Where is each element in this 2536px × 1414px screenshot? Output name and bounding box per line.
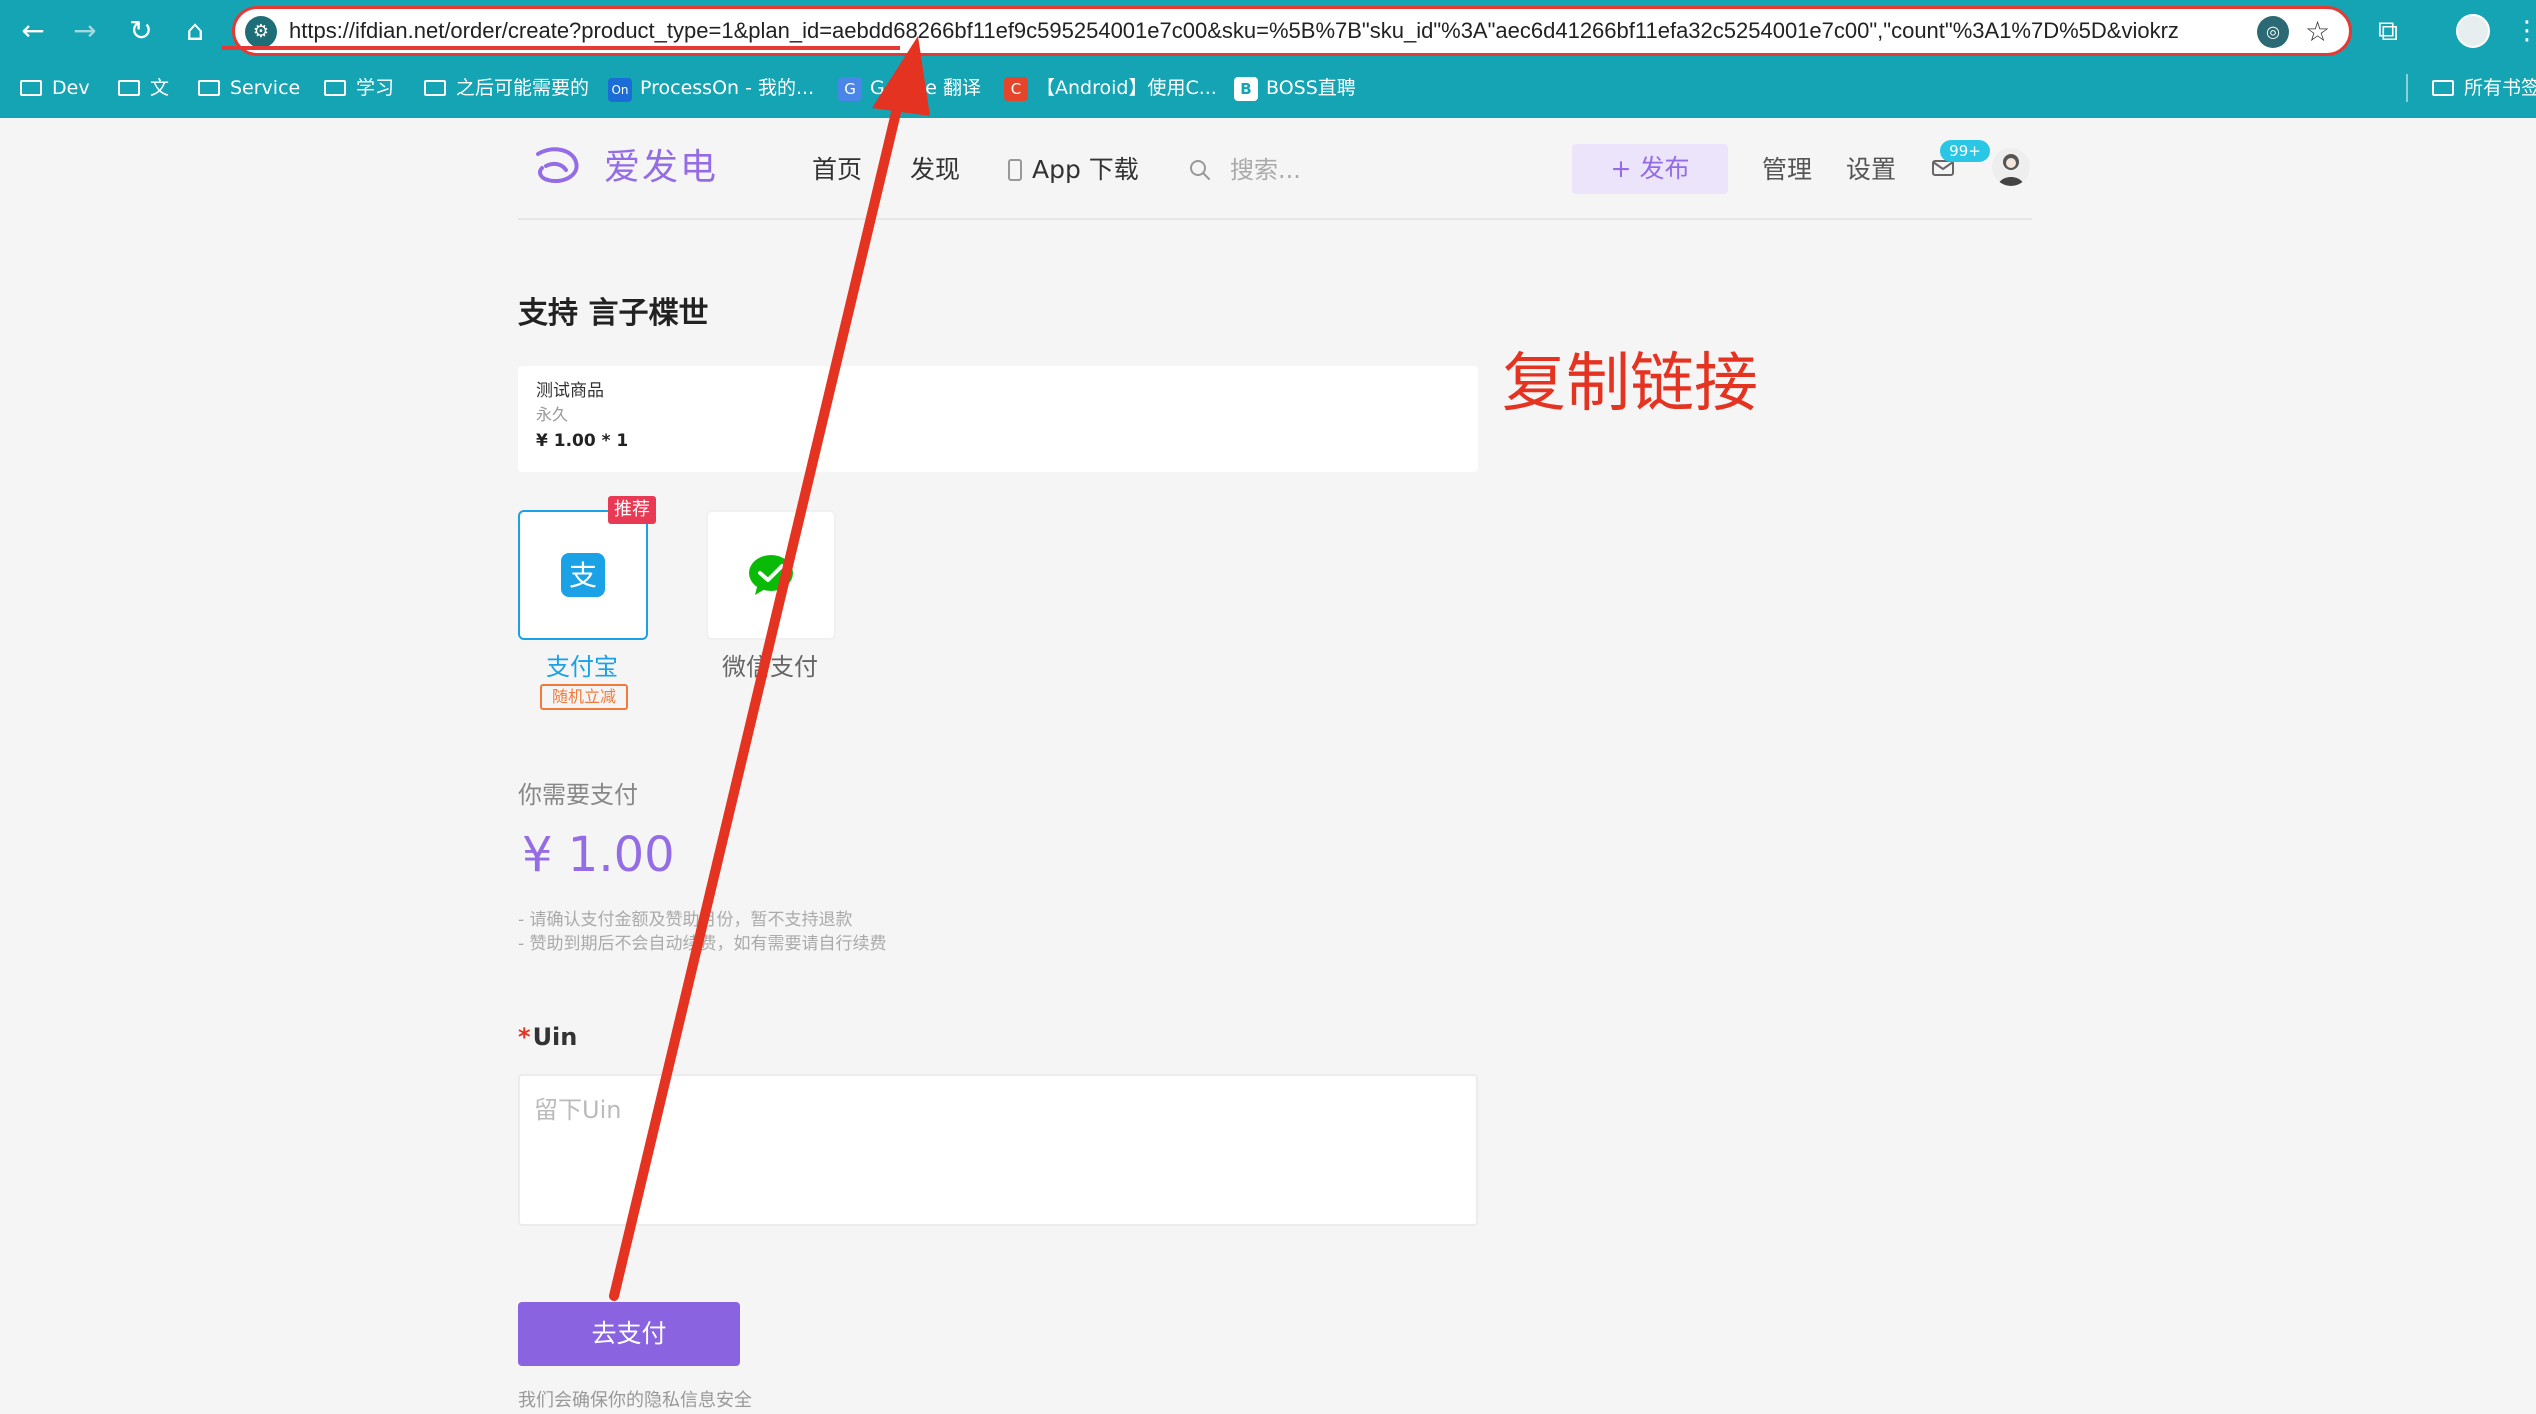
product-name: 测试商品 [536, 381, 604, 401]
bookmark-folder-service[interactable]: Service [198, 68, 300, 108]
profile-avatar[interactable] [2456, 14, 2490, 48]
bookmark-star-icon[interactable]: ☆ [2305, 13, 2330, 51]
page-title: 支持 言子楪世 [518, 296, 709, 331]
bookmark-label: 文 [150, 77, 170, 99]
back-icon[interactable]: ← [16, 14, 50, 48]
product-price: ¥ 1.00 * 1 [536, 431, 629, 451]
folder-icon [324, 80, 346, 96]
bookmark-label: BOSS直聘 [1266, 77, 1356, 99]
nav-app-download-label: App 下载 [1032, 155, 1139, 184]
bookmark-folder-later[interactable]: 之后可能需要的 [424, 68, 589, 108]
payment-notes: - 请确认支付金额及赞助月份，暂不支持退款 - 赞助到期后不会自动续费，如有需要… [518, 908, 887, 956]
bookmark-folder-wen[interactable]: 文 [118, 68, 169, 108]
bookmarks-divider [2406, 74, 2408, 102]
product-card: 测试商品 永久 ¥ 1.00 * 1 [518, 366, 1478, 472]
bookmark-android[interactable]: C 【Android】使用C... [1004, 68, 1217, 108]
csdn-icon: C [1004, 77, 1028, 101]
search-input[interactable] [1230, 150, 1390, 190]
bookmarks-bar: Dev 文 Service 学习 之后可能需要的 On ProcessOn - 我… [0, 68, 2536, 108]
bookmark-label: 【Android】使用C... [1036, 77, 1217, 99]
settings-link[interactable]: 设置 [1846, 152, 1896, 188]
folder-icon [2432, 80, 2454, 96]
nav-app-download[interactable]: App 下载 [1008, 152, 1139, 188]
annotation-text: 复制链接 [1502, 347, 1758, 421]
recommend-badge: 推荐 [608, 496, 656, 524]
bookmark-label: 之后可能需要的 [456, 77, 590, 99]
bookmark-label: Service [230, 77, 301, 99]
promo-badge: 随机立减 [540, 684, 629, 710]
folder-icon [20, 80, 42, 96]
home-icon[interactable]: ⌂ [178, 14, 212, 48]
folder-icon [118, 80, 140, 96]
folder-icon [198, 80, 220, 96]
browser-toolbar: ← → ↻ ⌂ ⚙ https://ifdian.net/order/creat… [0, 0, 2536, 62]
wechat-pay-icon [749, 555, 793, 595]
notification-badge: 99+ [1940, 140, 1990, 162]
publish-button[interactable]: + 发布 [1572, 144, 1728, 194]
bookmark-google-translate[interactable]: G Google 翻译 [838, 68, 981, 108]
bookmark-processon[interactable]: On ProcessOn - 我的... [608, 68, 814, 108]
site-header: 爱发电 首页 发现 App 下载 + 发布 管理 设置 99+ [518, 130, 2032, 220]
browser-chrome: ← → ↻ ⌂ ⚙ https://ifdian.net/order/creat… [0, 0, 2536, 118]
uin-label: *Uin [518, 1020, 577, 1054]
phone-icon [1008, 159, 1022, 181]
mail-icon[interactable] [1932, 160, 1954, 176]
folder-icon [424, 80, 446, 96]
reload-icon[interactable]: ↻ [124, 14, 158, 48]
manage-link[interactable]: 管理 [1762, 152, 1812, 188]
avatar-image [1998, 154, 2024, 186]
bookmark-label: Dev [52, 77, 90, 99]
bookmark-label: 所有书签 [2464, 77, 2536, 99]
uin-label-text: Uin [532, 1023, 578, 1051]
bookmark-label: Google 翻译 [870, 77, 982, 99]
url-text[interactable]: https://ifdian.net/order/create?product_… [289, 9, 2249, 53]
address-bar[interactable]: ⚙ https://ifdian.net/order/create?produc… [232, 6, 2352, 56]
note-line: - 赞助到期后不会自动续费，如有需要请自行续费 [518, 934, 887, 954]
product-term: 永久 [536, 405, 569, 424]
menu-icon[interactable]: ⋮ [2514, 12, 2536, 50]
need-pay-label: 你需要支付 [518, 781, 638, 809]
site-info-icon[interactable]: ⚙ [245, 16, 277, 48]
nav-discover[interactable]: 发现 [910, 152, 960, 188]
bookmark-boss[interactable]: B BOSS直聘 [1234, 68, 1356, 108]
payment-amount: ¥ 1.00 [522, 827, 675, 883]
payment-option-wechat[interactable] [706, 510, 836, 640]
logo-icon[interactable] [532, 144, 584, 188]
required-mark: * [518, 1023, 531, 1051]
submit-payment-button[interactable]: 去支付 [518, 1302, 740, 1366]
search-icon[interactable] [1188, 158, 1212, 182]
bookmark-folder-dev[interactable]: Dev [20, 68, 90, 108]
logo-text[interactable]: 爱发电 [604, 144, 718, 192]
wechat-pay-label[interactable]: 微信支付 [722, 650, 818, 684]
payment-option-alipay[interactable]: 支 [518, 510, 648, 640]
all-bookmarks[interactable]: 所有书签 [2432, 68, 2536, 108]
google-translate-icon: G [838, 77, 862, 101]
extension-icon[interactable]: ◎ [2257, 16, 2289, 48]
bookmark-folder-study[interactable]: 学习 [324, 68, 394, 108]
note-line: - 请确认支付金额及赞助月份，暂不支持退款 [518, 910, 853, 930]
bookmark-label: ProcessOn - 我的... [640, 77, 815, 99]
alipay-icon: 支 [561, 553, 605, 597]
user-avatar[interactable] [1992, 148, 2030, 186]
extensions-icon[interactable]: ⧉ [2378, 12, 2398, 50]
processon-icon: On [608, 78, 632, 102]
forward-icon[interactable]: → [68, 14, 102, 48]
nav-home[interactable]: 首页 [812, 152, 862, 188]
uin-input[interactable] [518, 1074, 1478, 1226]
bookmark-label: 学习 [356, 77, 395, 99]
alipay-label[interactable]: 支付宝 [546, 650, 618, 684]
privacy-note: 我们会确保你的隐私信息安全 [518, 1390, 752, 1411]
svg-text:支: 支 [569, 559, 597, 592]
boss-icon: B [1234, 77, 1258, 101]
